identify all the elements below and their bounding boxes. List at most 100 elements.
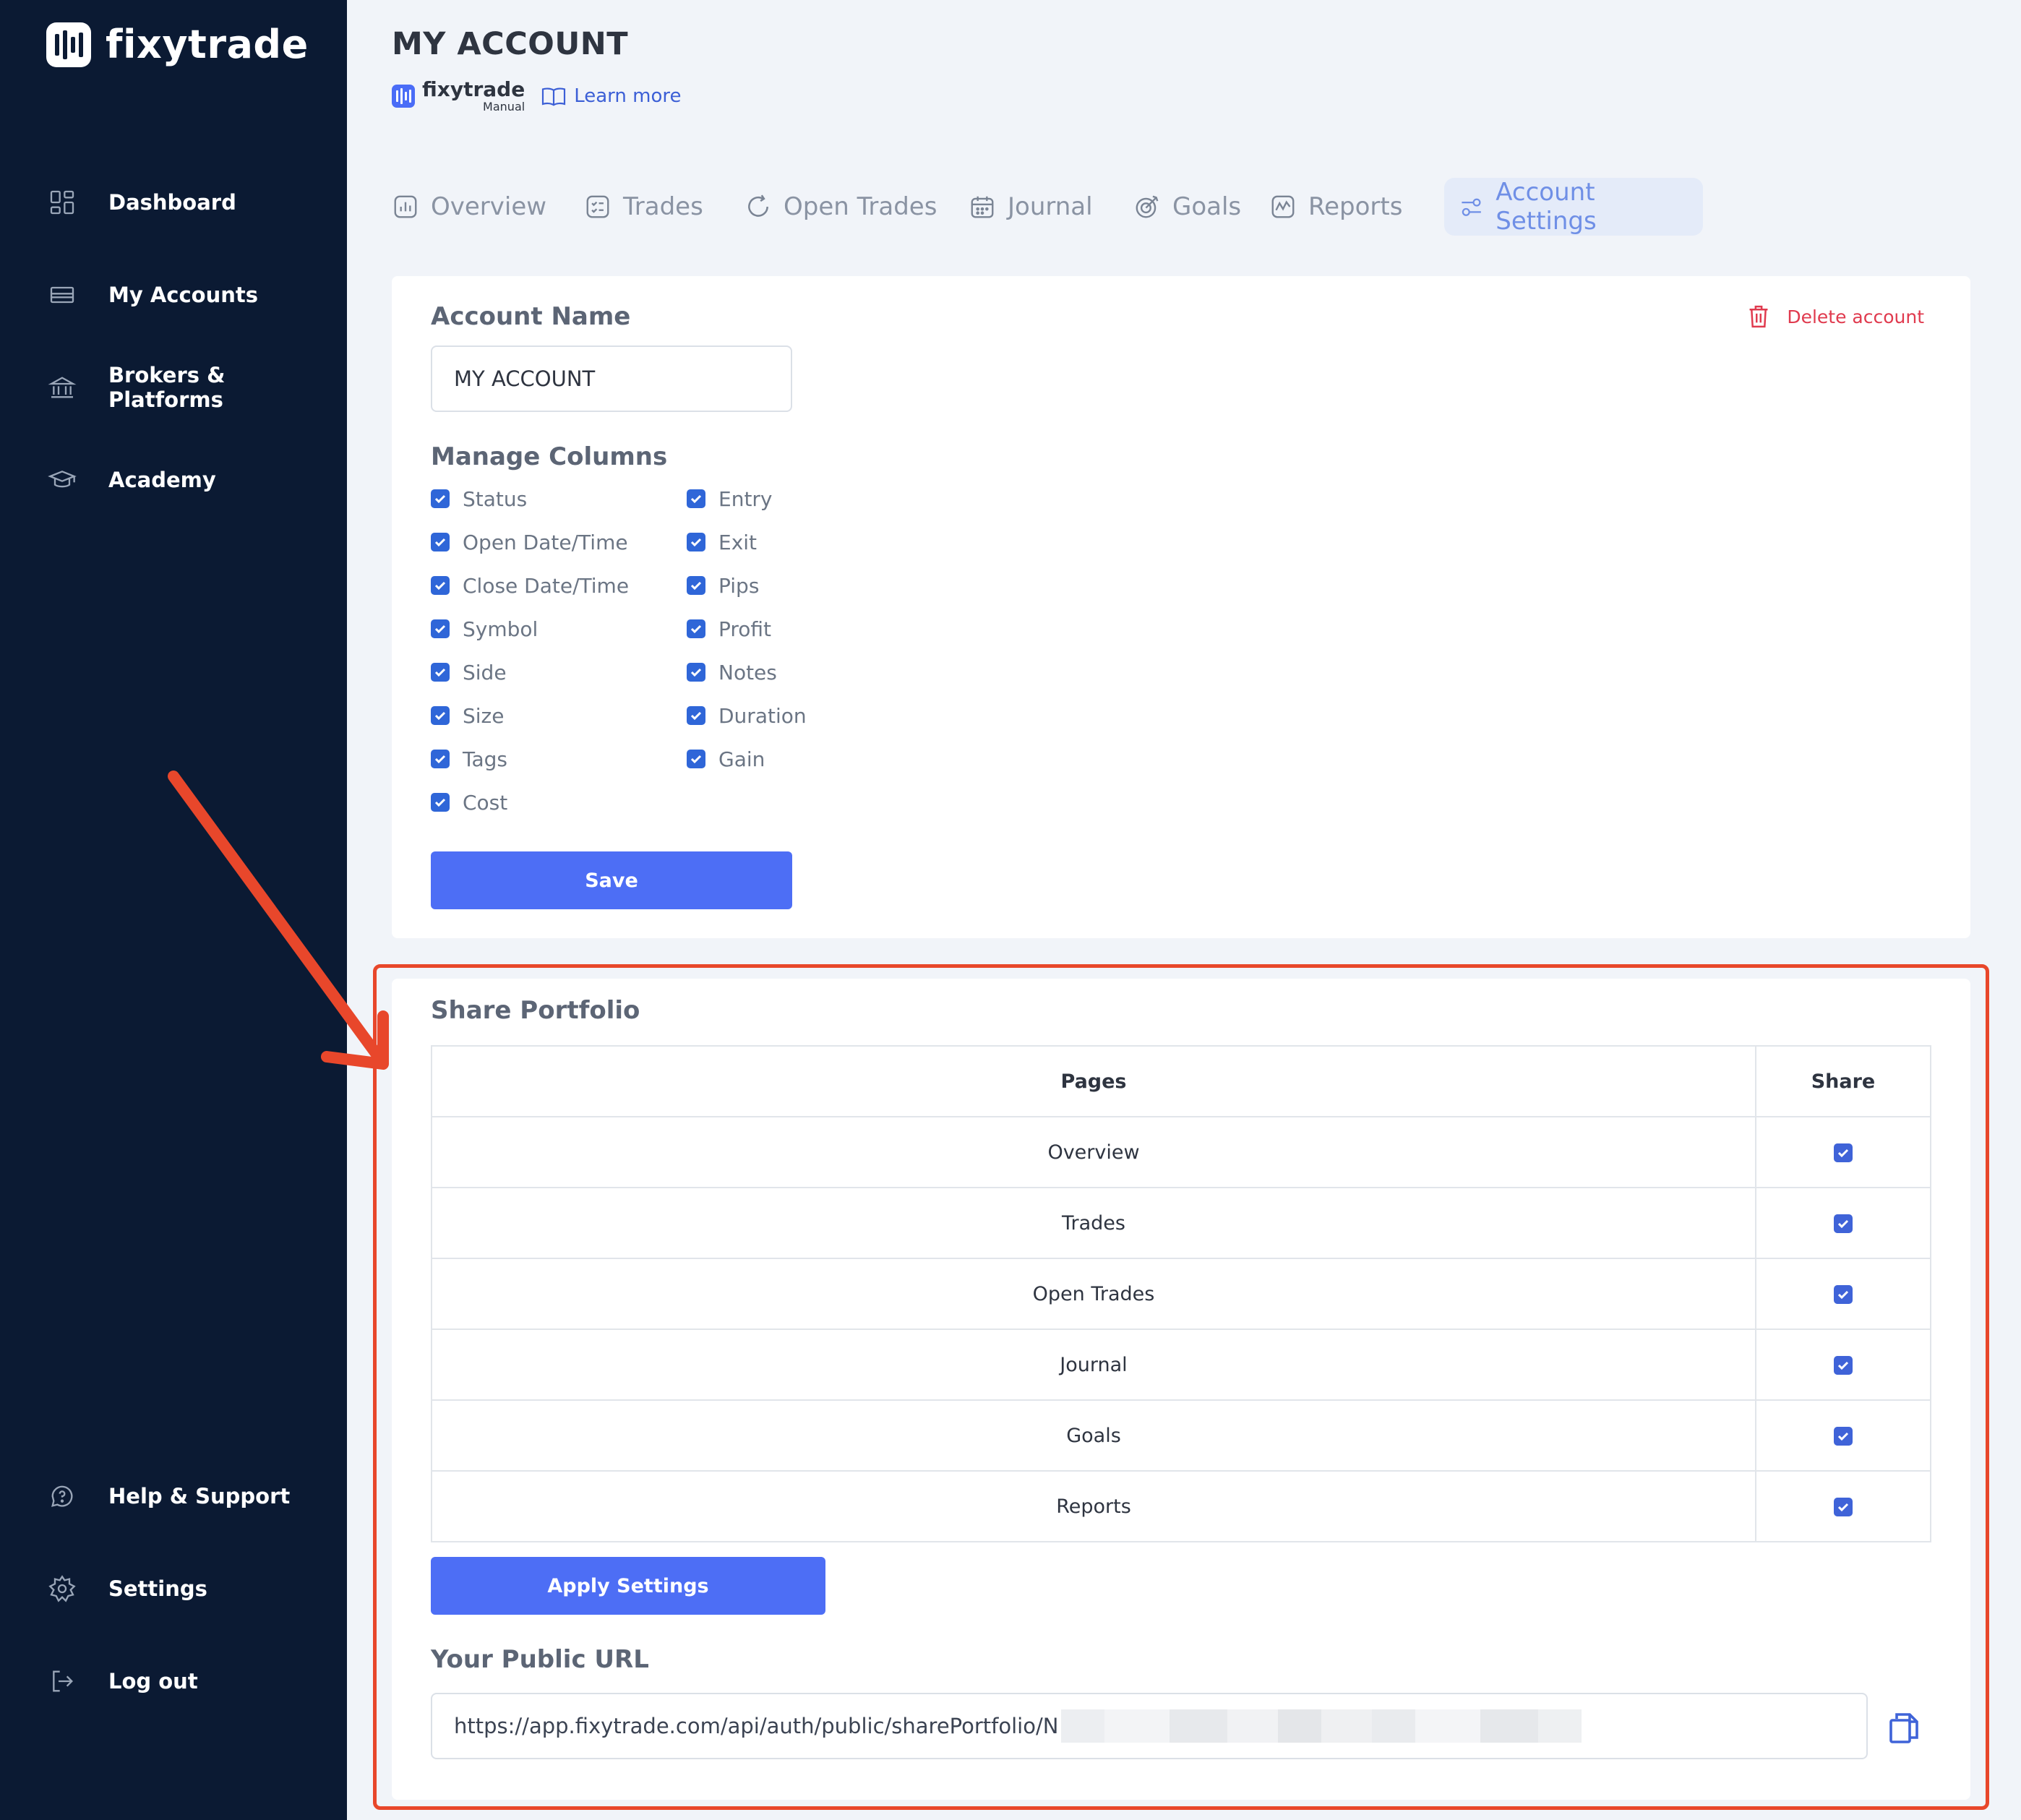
share-portfolio-card: Share Portfolio Pages Share Overview Tra… [392,979,1970,1800]
column-option-label: Gain [718,747,765,771]
page-title: MY ACCOUNT [392,26,629,62]
delete-account-button[interactable]: Delete account [1746,304,1924,330]
share-checkbox[interactable] [1834,1498,1853,1516]
column-option: Size [431,701,504,730]
column-checkbox[interactable] [431,706,450,725]
column-checkbox[interactable] [687,706,705,725]
column-checkbox[interactable] [687,576,705,595]
share-pages-table: Pages Share Overview Trades Open Trades … [431,1045,1931,1542]
column-checkbox[interactable] [431,619,450,638]
sidebar-item-label: Log out [108,1669,198,1694]
sidebar-item-academy[interactable]: Academy [46,458,216,502]
save-button[interactable]: Save [431,851,792,909]
share-checkbox[interactable] [1834,1285,1853,1304]
column-option-label: Pips [718,573,760,598]
sidebar-item-label: Help & Support [108,1484,291,1508]
public-url-field[interactable]: https://app.fixytrade.com/api/auth/publi… [431,1693,1868,1759]
column-option: Status [431,484,527,513]
column-option-label: Cost [463,790,508,815]
column-checkbox[interactable] [687,533,705,551]
share-column-header: Share [1755,1045,1931,1117]
column-option: Exit [687,528,757,557]
brand-name: fixytrade [106,22,309,67]
chart-icon [394,195,417,218]
tab-label: Account Settings [1496,178,1597,236]
column-checkbox[interactable] [687,619,705,638]
column-checkbox[interactable] [431,663,450,682]
sidebar-item-help[interactable]: Help & Support [46,1475,290,1518]
column-option-label: Size [463,703,505,728]
sidebar-item-settings[interactable]: Settings [46,1567,207,1610]
column-checkbox[interactable] [687,750,705,768]
sidebar: fixytrade Dashboard My Accounts Brokers … [0,0,347,1820]
book-icon [542,87,566,106]
share-checkbox[interactable] [1834,1214,1853,1233]
column-option-label: Exit [718,530,758,554]
account-name-input[interactable] [431,345,792,412]
column-option: Pips [687,571,759,600]
page-name-cell: Reports [431,1470,1756,1542]
share-portfolio-title: Share Portfolio [431,996,640,1025]
sidebar-item-label: Brokers & Platforms [108,363,226,412]
column-checkbox[interactable] [687,663,705,682]
logo[interactable]: fixytrade [46,22,309,67]
sliders-icon [1462,198,1481,216]
manual-brand: fixytrade Manual [422,80,525,113]
calendar-icon [971,196,994,218]
manual-link-group: fixytrade Manual Learn more [392,80,681,113]
column-option-label: Entry [718,486,773,511]
column-checkbox[interactable] [431,533,450,551]
table-row: Journal [431,1328,1931,1401]
share-checkbox[interactable] [1834,1143,1853,1162]
column-option-label: Profit [718,617,772,641]
learn-more-link[interactable]: Learn more [541,85,681,107]
tab-trades[interactable]: Trades [570,178,718,236]
sidebar-item-dashboard[interactable]: Dashboard [46,181,236,224]
share-cell [1755,1399,1931,1472]
public-url-label: Your Public URL [431,1645,649,1674]
column-option: Notes [687,658,777,687]
share-cell [1755,1328,1931,1401]
table-row: Reports [431,1470,1931,1542]
tab-journal[interactable]: Journal [954,178,1107,236]
column-option-label: Notes [718,660,777,684]
bank-icon [46,372,78,403]
page-name-cell: Trades [431,1187,1756,1259]
logout-icon [46,1665,78,1697]
tab-open-trades[interactable]: Open Trades [730,178,951,236]
page-name-cell: Overview [431,1116,1756,1188]
tab-overview[interactable]: Overview [377,178,561,236]
report-icon [1271,195,1295,218]
table-row: Overview [431,1116,1931,1188]
share-cell [1755,1258,1931,1330]
column-option-label: Close Date/Time [463,573,630,598]
manage-columns-label: Manage Columns [431,442,668,471]
share-checkbox[interactable] [1834,1427,1853,1446]
share-cell [1755,1116,1931,1188]
account-settings-card: Account Name Delete account Manage Colum… [392,276,1970,938]
column-checkbox[interactable] [431,489,450,508]
target-icon [1136,195,1159,218]
share-cell [1755,1470,1931,1542]
column-checkbox[interactable] [431,576,450,595]
column-checkbox[interactable] [431,793,450,812]
column-option: Side [431,658,507,687]
tab-goals[interactable]: Goals [1119,178,1256,236]
share-checkbox[interactable] [1834,1356,1853,1375]
column-option: Profit [687,614,771,643]
apply-settings-button[interactable]: Apply Settings [431,1557,825,1615]
column-checkbox[interactable] [431,750,450,768]
graduation-cap-icon [46,464,78,496]
tab-reports[interactable]: Reports [1255,178,1417,236]
pages-column-header: Pages [431,1045,1756,1117]
column-checkbox[interactable] [687,489,705,508]
sidebar-item-my-accounts[interactable]: My Accounts [46,273,258,317]
copy-url-button[interactable] [1888,1710,1920,1745]
sidebar-item-label: Academy [108,468,216,492]
tab-account-settings[interactable]: Account Settings [1444,178,1703,236]
sidebar-item-brokers[interactable]: Brokers & Platforms [46,363,347,412]
list-icon [586,195,609,218]
column-option: Tags [431,744,507,773]
sidebar-item-logout[interactable]: Log out [46,1660,198,1703]
tab-label: Goals [1172,192,1242,221]
